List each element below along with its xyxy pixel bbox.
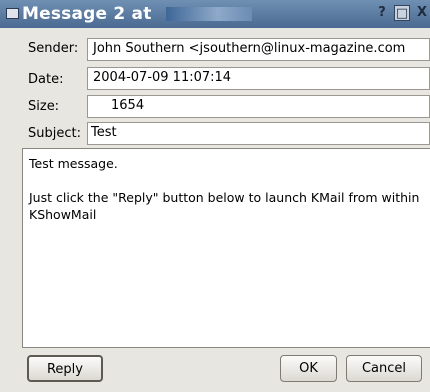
cancel-button[interactable]: Cancel [346, 355, 422, 382]
message-line-2: Just click the "Reply" button below to l… [29, 190, 424, 222]
message-body[interactable]: Test message. Just click the "Reply" but… [22, 148, 430, 348]
ok-button[interactable]: OK [280, 355, 337, 382]
close-button[interactable]: X [414, 5, 430, 21]
redacted-account-name [166, 7, 252, 21]
subject-label: Subject: [28, 126, 81, 141]
subject-field[interactable]: Test [87, 122, 430, 145]
mail-icon [6, 8, 19, 19]
reply-button[interactable]: Reply [27, 355, 103, 382]
sender-label: Sender: [28, 41, 79, 56]
window-title: Message 2 at [22, 4, 152, 24]
date-field[interactable]: 2004-07-09 11:07:14 [87, 67, 430, 90]
sender-field[interactable]: John Southern <jsouthern@linux-magazine.… [87, 38, 430, 61]
message-dialog: Message 2 at ? □ X Sender: John Southern… [0, 0, 430, 392]
size-label: Size: [28, 99, 60, 114]
maximize-button[interactable]: □ [394, 5, 410, 21]
size-field[interactable]: 1654 [87, 95, 430, 118]
title-bar[interactable]: Message 2 at ? □ X [0, 0, 430, 28]
help-button[interactable]: ? [374, 5, 390, 21]
message-line-1: Test message. [29, 156, 118, 171]
date-label: Date: [28, 72, 64, 87]
